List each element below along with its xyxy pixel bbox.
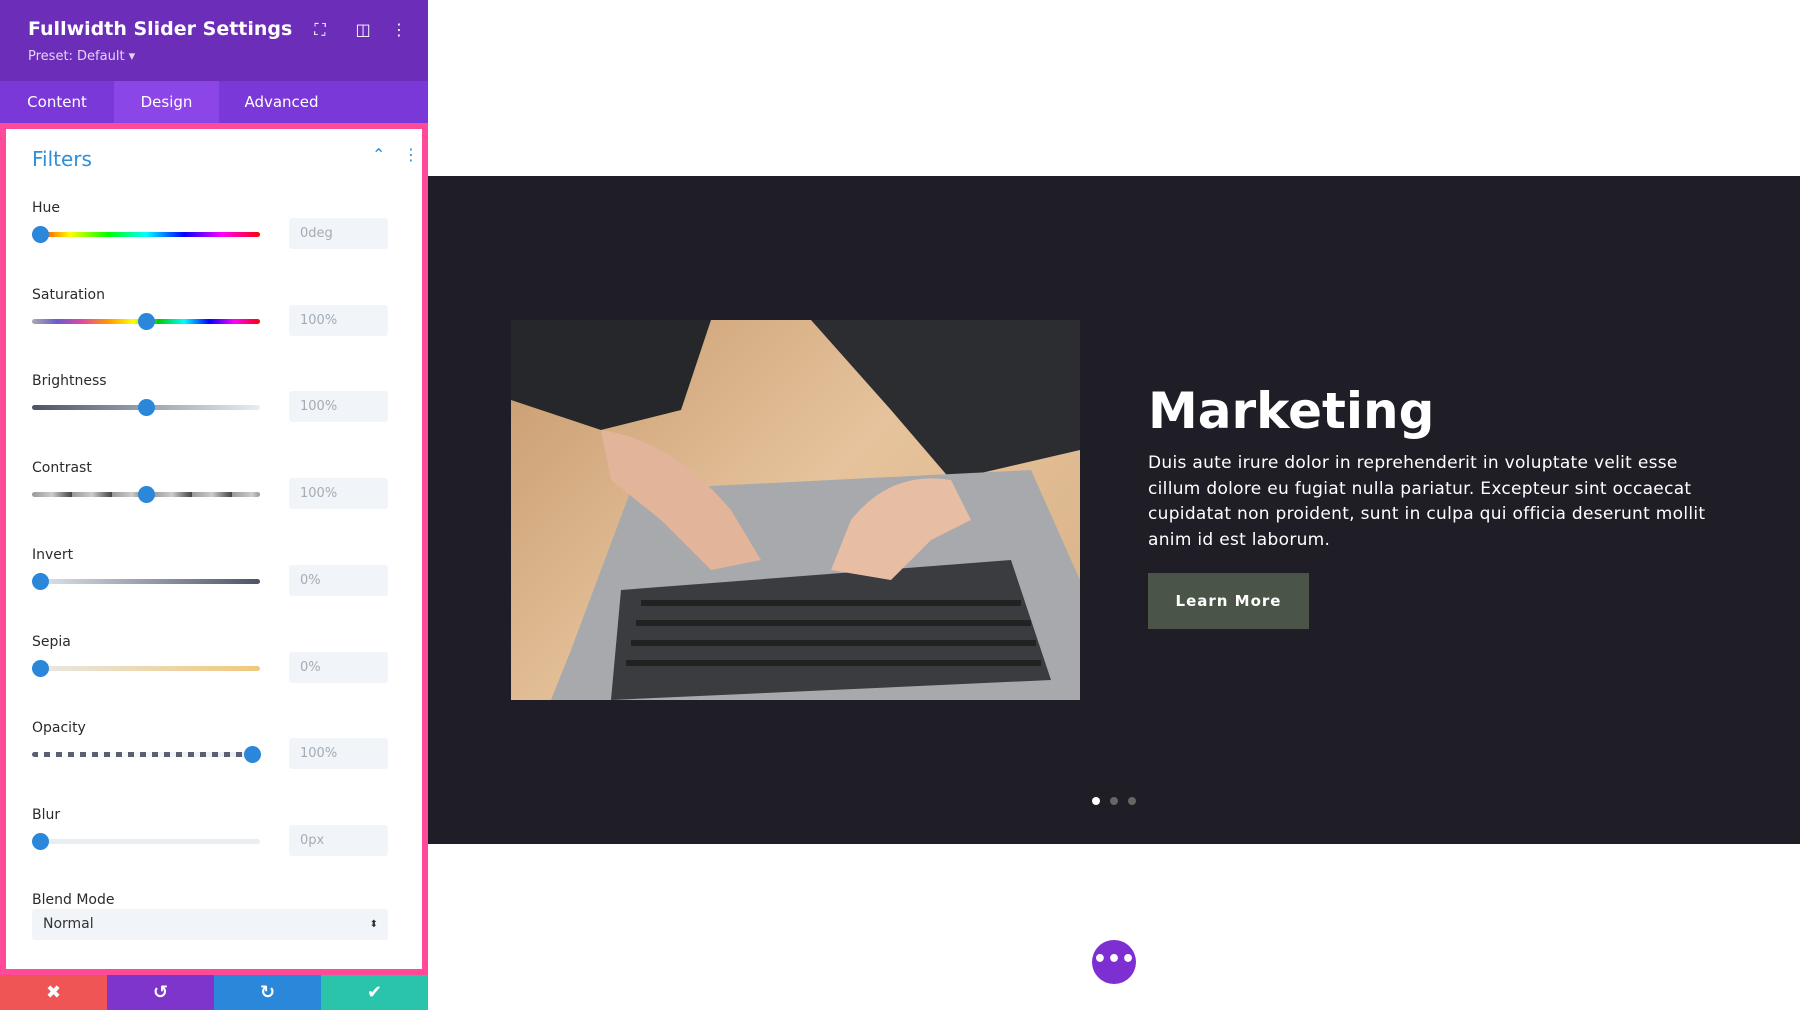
filter-label: Brightness [32,373,107,390]
more-vertical-icon[interactable]: ⋮ [403,145,419,164]
section-title[interactable]: Filters [32,147,92,171]
filter-slider[interactable] [32,312,260,330]
filter-label: Blur [32,806,61,823]
blend-mode-value: Normal [43,916,94,932]
slider-handle[interactable] [244,746,261,764]
filter-value-input[interactable]: 100% [289,738,388,770]
filter-slider[interactable] [32,832,260,850]
action-bar: ✖ ↺ ↻ ✔ [0,975,428,1010]
filter-label: Hue [32,200,61,216]
slider-handle[interactable] [32,572,49,590]
filter-label: Invert [32,546,74,563]
filter-slider[interactable] [32,572,260,590]
tab-design[interactable]: Design [114,81,219,123]
focus-icon[interactable]: ⛶ [310,20,330,40]
filter-slider[interactable] [32,226,260,243]
filter-slider[interactable] [32,659,260,677]
tab-bar: Content Design Advanced [0,81,428,123]
more-vertical-icon[interactable]: ⋮ [389,20,409,39]
slider-handle[interactable] [32,226,49,243]
settings-panel: Fullwidth Slider Settings Preset: Defaul… [0,0,428,1010]
cancel-button[interactable]: ✖ [0,975,107,1010]
filters-section: Filters ⌃ ⋮ Hue 0deg Saturation 100% Brigh… [0,123,428,975]
slide-dot-2[interactable] [1110,797,1118,805]
blend-mode-select[interactable]: Normal ⬍ [32,909,388,940]
filter-slider[interactable] [32,746,261,764]
panel-header: Fullwidth Slider Settings Preset: Defaul… [0,0,428,81]
slider-handle[interactable] [32,659,49,677]
select-arrows-icon: ⬍ [369,919,378,930]
slide-image [511,320,1080,700]
chevron-up-icon[interactable]: ⌃ [372,145,385,164]
tab-content[interactable]: Content [0,81,114,123]
slide-dot-1[interactable] [1092,797,1100,805]
filter-value-input[interactable]: 0deg [289,218,388,249]
filter-value-input[interactable]: 0% [289,564,388,596]
slide-body: Duis aute irure dolor in reprehenderit i… [1148,453,1706,550]
slider-handle[interactable] [138,312,155,330]
filter-value-input[interactable]: 0px [289,824,388,856]
filter-label: Opacity [32,720,86,737]
filter-slider[interactable] [32,486,260,504]
blend-mode-label: Blend Mode [32,892,115,908]
filter-value-input[interactable]: 0% [289,651,388,683]
filter-label: Sepia [32,633,71,650]
slide-dot-3[interactable] [1128,797,1136,805]
save-button[interactable]: ✔ [321,975,428,1010]
filter-value-input[interactable]: 100% [289,478,388,510]
filter-value-input[interactable]: 100% [289,391,388,423]
filter-label: Contrast [32,460,92,477]
more-options-button[interactable]: ••• [1092,940,1136,984]
redo-button[interactable]: ↻ [214,975,321,1010]
undo-button[interactable]: ↺ [107,975,214,1010]
panel-title: Fullwidth Slider Settings [28,18,293,40]
tab-advanced[interactable]: Advanced [219,81,344,123]
slider-handle[interactable] [32,832,49,850]
slide-heading: Marketing [1148,382,1435,440]
filter-slider[interactable] [32,399,260,417]
split-view-icon[interactable]: ◫ [353,20,373,39]
filter-value-input[interactable]: 100% [289,304,388,336]
preset-dropdown[interactable]: Preset: Default ▾ [28,49,135,64]
filter-label: Saturation [32,286,105,303]
learn-more-button[interactable]: Learn More [1148,573,1309,629]
slider-handle[interactable] [138,399,155,417]
slider-handle[interactable] [138,486,155,504]
